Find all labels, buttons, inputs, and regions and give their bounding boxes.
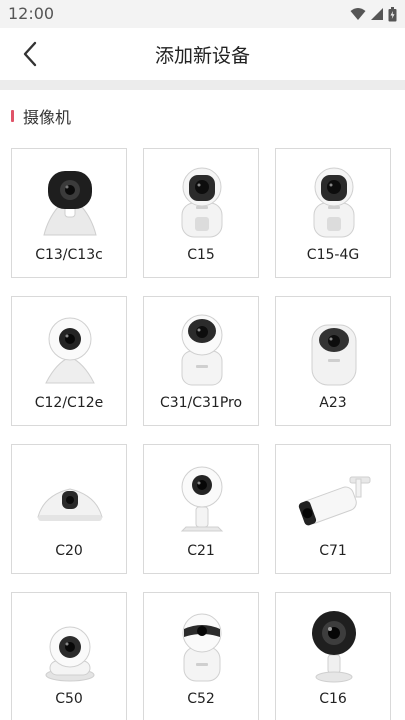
camera-c15-icon	[181, 167, 223, 238]
device-card-c71[interactable]: C71	[275, 444, 391, 574]
device-card-c12[interactable]: C12/C12e	[11, 296, 127, 426]
device-label: C15	[187, 247, 215, 263]
battery-icon	[388, 6, 397, 21]
device-label: C31/C31Pro	[159, 395, 243, 411]
device-label: C71	[319, 543, 347, 559]
camera-c52-icon	[182, 613, 222, 682]
divider	[0, 80, 405, 90]
wifi-icon	[350, 8, 366, 20]
device-card-a23[interactable]: A23	[275, 296, 391, 426]
device-card-c52[interactable]: C52	[143, 592, 259, 720]
section-header: 摄像机	[0, 90, 405, 138]
device-grid: C13/C13c C15 C15-4G C12/C12e C31/C31Pro …	[11, 148, 394, 720]
camera-c31-icon	[181, 314, 223, 386]
device-card-c13[interactable]: C13/C13c	[11, 148, 127, 278]
device-card-c15-4g[interactable]: C15-4G	[275, 148, 391, 278]
status-icons	[350, 6, 397, 22]
section-accent-bar	[11, 110, 14, 122]
page-title: 添加新设备	[154, 45, 250, 67]
status-time: 12:00	[8, 4, 55, 23]
camera-c50-icon	[45, 626, 95, 682]
device-label: C15-4G	[306, 247, 360, 263]
section-title: 摄像机	[23, 108, 72, 127]
camera-c13-icon	[43, 171, 97, 236]
device-label: C52	[187, 691, 215, 707]
status-bar: 12:00	[0, 0, 405, 28]
device-card-c20[interactable]: C20	[11, 444, 127, 574]
device-label: C20	[55, 543, 83, 559]
device-label: C21	[187, 543, 215, 559]
device-card-c31[interactable]: C31/C31Pro	[143, 296, 259, 426]
camera-c20-icon	[37, 488, 103, 521]
device-label: C50	[55, 691, 83, 707]
device-label: C16	[319, 691, 347, 707]
camera-a23-icon	[311, 324, 357, 386]
camera-c16-icon	[312, 611, 356, 683]
device-label: A23	[319, 395, 347, 411]
device-card-c15[interactable]: C15	[143, 148, 259, 278]
signal-icon	[371, 8, 383, 20]
device-card-c21[interactable]: C21	[143, 444, 259, 574]
header: 添加新设备	[0, 28, 405, 80]
device-label: C12/C12e	[34, 395, 104, 411]
device-card-c16[interactable]: C16	[275, 592, 391, 720]
camera-c21-icon	[180, 466, 224, 532]
camera-c12-icon	[45, 317, 95, 384]
camera-c15-4g-icon	[313, 167, 355, 238]
camera-c71-icon	[298, 476, 371, 526]
device-card-c50[interactable]: C50	[11, 592, 127, 720]
device-label: C13/C13c	[35, 247, 103, 263]
